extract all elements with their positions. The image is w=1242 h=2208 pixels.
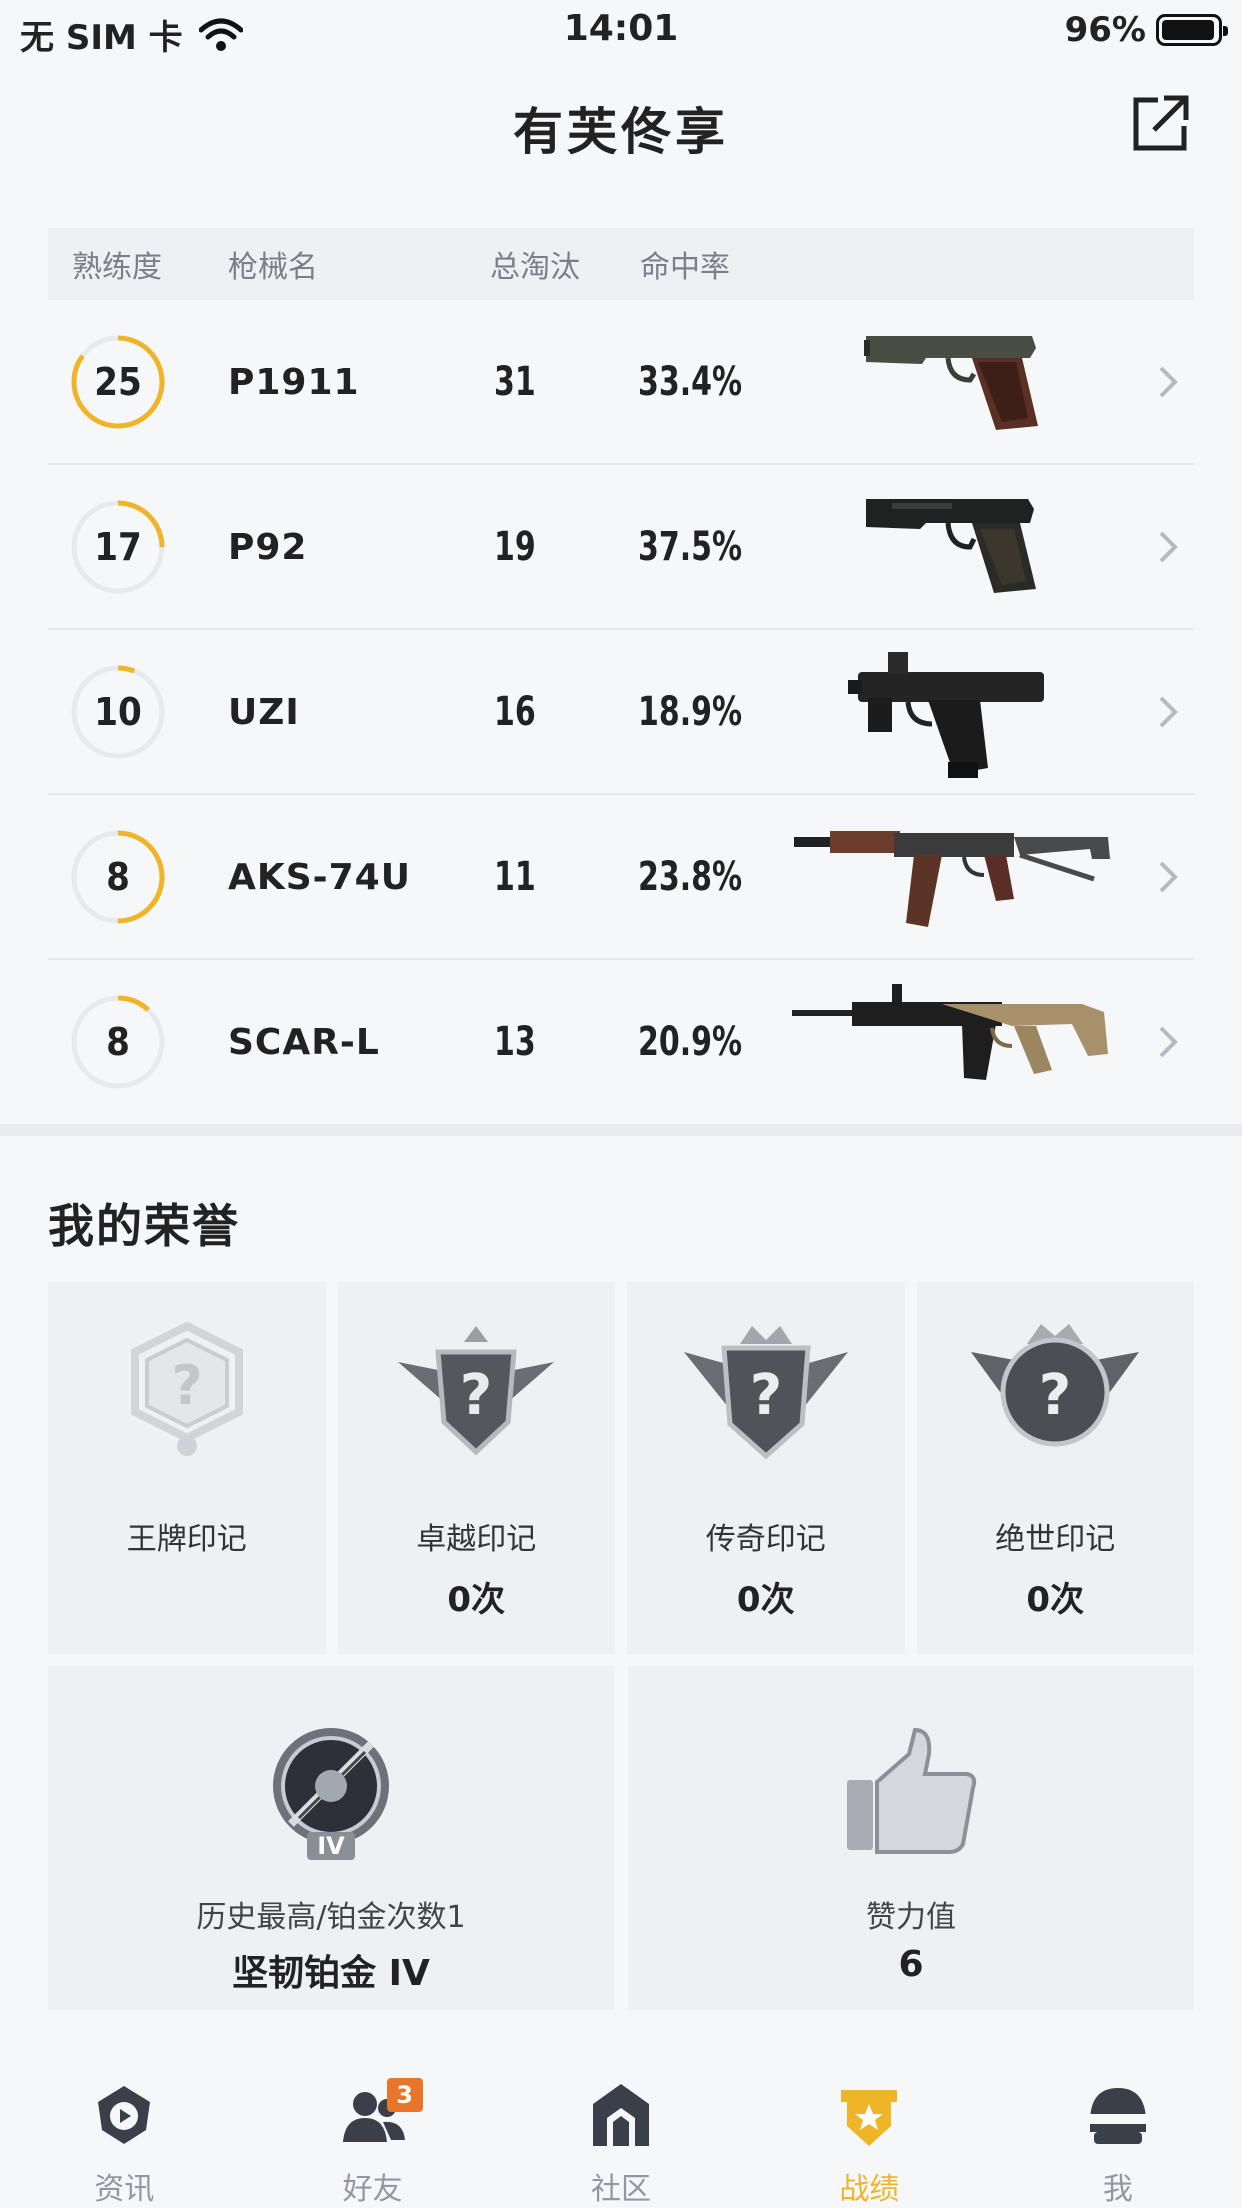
kills-value: 16 <box>494 689 536 735</box>
aks74u-rifle-image <box>794 831 1110 927</box>
badge-card-legend[interactable]: ? 传奇印记 0次 <box>627 1282 905 1654</box>
tab-me[interactable]: 我 <box>994 2060 1242 2208</box>
p1911-pistol-image <box>864 336 1038 430</box>
status-right: 96% <box>1064 10 1228 50</box>
column-header-hit-rate: 命中率 <box>640 250 730 285</box>
chevron-right-icon <box>1159 531 1178 563</box>
hit-rate-value: 37.5% <box>638 524 743 570</box>
weapon-name: SCAR-L <box>228 1022 380 1063</box>
uzi-smg-image <box>848 652 1044 778</box>
badge-name: 王牌印记 <box>126 1522 247 1557</box>
likes-card[interactable]: 赞力值 6 <box>628 1666 1194 2010</box>
table-row[interactable]: 25 P1911 31 33.4% <box>48 300 1194 465</box>
badge-name: 卓越印记 <box>416 1522 537 1557</box>
tier-card[interactable]: IV 历史最高/铂金次数1 坚韧铂金 IV <box>48 1666 614 2010</box>
badge-card-ace[interactable]: ? 王牌印记 <box>48 1282 326 1654</box>
badge-name: 传奇印记 <box>705 1522 826 1557</box>
proficiency-value: 8 <box>106 1020 130 1064</box>
platinum-tier-emblem-icon: IV <box>273 1728 389 1860</box>
kills-value: 19 <box>494 524 536 570</box>
proficiency-value: 25 <box>94 360 142 404</box>
chevron-right-icon <box>1159 366 1178 398</box>
nav-header: 有芙佟享 <box>0 80 1242 170</box>
honor-summary: IV 历史最高/铂金次数1 坚韧铂金 IV 赞力值 6 <box>48 1666 1194 2010</box>
chevron-right-icon <box>1159 1026 1178 1058</box>
likes-value: 6 <box>898 1944 924 1985</box>
excellence-badge-icon: ? <box>398 1326 555 1456</box>
column-header-proficiency: 熟练度 <box>72 250 162 285</box>
page-title: 有芙佟享 <box>513 103 729 161</box>
tab-bar: 资讯 3 好友 社区 战绩 我 <box>0 2060 1242 2208</box>
svg-text:?: ? <box>750 1363 782 1428</box>
badge-name: 绝世印记 <box>995 1522 1116 1557</box>
ace-badge-icon: ? <box>130 1322 243 1456</box>
weapon-table: 熟练度 枪械名 总淘汰 命中率 25 P1911 31 33.4% 17 P92… <box>48 228 1194 1125</box>
kills-value: 31 <box>494 359 536 405</box>
svg-text:?: ? <box>1039 1363 1071 1428</box>
thumbs-up-icon <box>847 1727 977 1854</box>
community-icon <box>593 2084 650 2146</box>
peerless-badge-icon: ? <box>971 1324 1140 1447</box>
hit-rate-value: 20.9% <box>638 1019 743 1065</box>
battery-fill <box>1162 20 1214 40</box>
battery-percent: 96% <box>1064 10 1146 50</box>
battery-icon <box>1156 14 1228 46</box>
hit-rate-value: 23.8% <box>638 854 743 900</box>
likes-label: 赞力值 <box>866 1900 956 1935</box>
honor-badges: ? 王牌印记 ? 卓越印记 0次 ? 传奇印记 0次 ? 绝世印记 0次 <box>48 1282 1194 1654</box>
proficiency-value: 8 <box>106 855 130 899</box>
record-icon <box>841 2090 898 2146</box>
legend-badge-icon: ? <box>683 1326 848 1460</box>
section-divider <box>0 1124 1242 1136</box>
svg-text:?: ? <box>171 1354 202 1417</box>
friends-notification-badge: 3 <box>386 2078 423 2112</box>
badge-count: 0次 <box>736 1580 795 1620</box>
column-header-kills: 总淘汰 <box>490 250 580 285</box>
chevron-right-icon <box>1159 861 1178 893</box>
news-icon <box>98 2086 151 2144</box>
table-row[interactable]: 17 P92 19 37.5% <box>48 465 1194 630</box>
tier-value: 坚韧铂金 IV <box>232 1953 430 1994</box>
tier-label: 历史最高/铂金次数1 <box>196 1900 466 1935</box>
weapon-name: UZI <box>228 692 300 733</box>
table-row[interactable]: 10 UZI 16 18.9% <box>48 630 1194 795</box>
weapon-name: AKS-74U <box>228 857 411 898</box>
badge-count: 0次 <box>1026 1580 1085 1620</box>
proficiency-value: 10 <box>94 690 142 734</box>
share-icon[interactable] <box>1128 92 1192 156</box>
badge-card-excellence[interactable]: ? 卓越印记 0次 <box>337 1282 615 1654</box>
tab-label: 好友 <box>342 2172 403 2207</box>
badge-count: 0次 <box>447 1580 506 1620</box>
svg-text:?: ? <box>460 1363 492 1428</box>
honors-title: 我的荣誉 <box>48 1199 240 1253</box>
hit-rate-value: 18.9% <box>638 689 743 735</box>
tab-community[interactable]: 社区 <box>497 2060 745 2208</box>
tab-label: 我 <box>1102 2172 1133 2207</box>
table-row[interactable]: 8 SCAR-L 13 20.9% <box>48 960 1194 1125</box>
chevron-right-icon <box>1159 696 1178 728</box>
tab-records[interactable]: 战绩 <box>745 2060 993 2208</box>
weapon-name: P92 <box>228 527 308 568</box>
tab-label: 资讯 <box>94 2172 155 2207</box>
status-time: 14:01 <box>563 8 679 49</box>
tab-label: 战绩 <box>839 2172 900 2207</box>
scarl-rifle-image <box>792 984 1108 1080</box>
kills-value: 13 <box>494 1019 536 1065</box>
tab-label: 社区 <box>591 2172 652 2207</box>
tier-emblem-numeral: IV <box>317 1832 345 1860</box>
tab-friends[interactable]: 3 好友 <box>248 2060 496 2208</box>
kills-value: 11 <box>494 854 536 900</box>
profile-helmet-icon <box>1087 2088 1148 2144</box>
table-row[interactable]: 8 AKS-74U 11 23.8% <box>48 795 1194 960</box>
column-header-weapon: 枪械名 <box>228 250 318 285</box>
tab-news[interactable]: 资讯 <box>0 2060 248 2208</box>
weapon-name: P1911 <box>228 362 360 403</box>
p92-pistol-image <box>866 499 1036 593</box>
hit-rate-value: 33.4% <box>638 359 743 405</box>
proficiency-value: 17 <box>94 525 142 569</box>
table-header: 熟练度 枪械名 总淘汰 命中率 <box>48 228 1194 300</box>
badge-card-peerless[interactable]: ? 绝世印记 0次 <box>916 1282 1194 1654</box>
status-bar: 无 SIM 卡 14:01 96% <box>0 0 1242 62</box>
